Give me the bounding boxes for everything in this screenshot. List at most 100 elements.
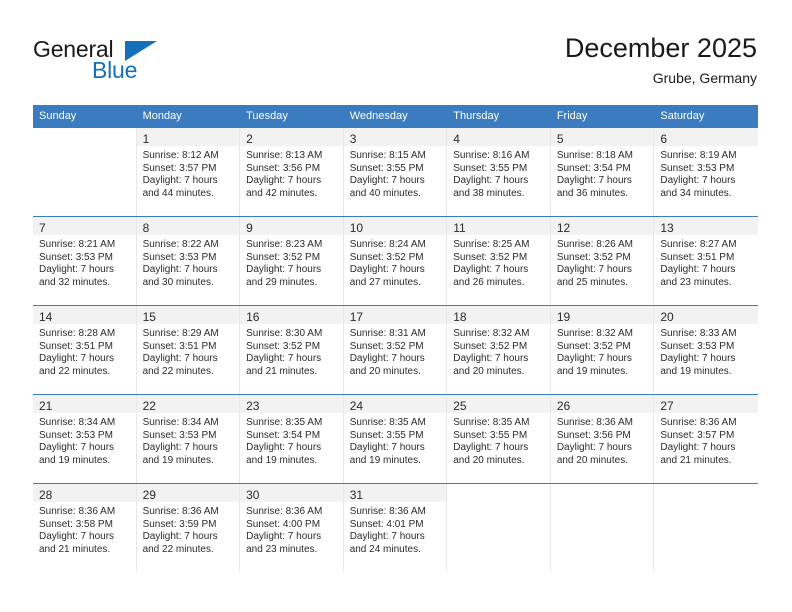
day-number: 24 [349, 399, 364, 413]
day-detail-line: Sunset: 3:52 PM [349, 340, 424, 352]
calendar-day-cell[interactable]: 28 Sunrise: 8:36 AM Sunset: 3:58 PM Dayligh… [33, 484, 137, 572]
day-details: Sunrise: 8:23 AM Sunset: 3:52 PM Daylight:… [240, 235, 343, 289]
calendar-day-cell[interactable]: 19 Sunrise: 8:32 AM Sunset: 3:52 PM Dayligh… [550, 306, 655, 394]
calendar-week-row: 21 Sunrise: 8:34 AM Sunset: 3:53 PM Dayligh… [33, 394, 758, 484]
day-number-band: 14 [33, 306, 136, 324]
day-number-band: 16 [240, 306, 343, 324]
day-number-band: 22 [136, 395, 240, 413]
day-detail-line: Sunset: 3:56 PM [246, 162, 321, 174]
day-detail-line: Sunset: 3:52 PM [453, 340, 528, 352]
calendar-day-cell[interactable]: 11 Sunrise: 8:25 AM Sunset: 3:52 PM Dayligh… [447, 217, 551, 305]
day-details: Sunrise: 8:35 AM Sunset: 3:54 PM Daylight:… [240, 413, 343, 467]
day-detail-line: Sunrise: 8:30 AM [246, 328, 323, 339]
calendar-empty-cell [447, 484, 551, 572]
day-number: 28 [39, 488, 53, 502]
calendar-day-cell[interactable]: 22 Sunrise: 8:34 AM Sunset: 3:53 PM Dayligh… [136, 395, 241, 483]
day-detail-line: and 21 minutes. [246, 365, 318, 377]
day-detail-line: Daylight: 7 hours [453, 353, 529, 365]
weekday-header-row: Sunday Monday Tuesday Wednesday Thursday… [33, 105, 758, 128]
calendar-day-cell[interactable]: 4 Sunrise: 8:16 AM Sunset: 3:55 PM Daylight… [447, 128, 551, 216]
day-number: 5 [556, 132, 564, 146]
calendar-day-cell[interactable]: 9 Sunrise: 8:23 AM Sunset: 3:52 PM Daylight… [240, 217, 344, 305]
day-detail-line: Sunrise: 8:23 AM [246, 239, 323, 250]
day-detail-line: Daylight: 7 hours [453, 264, 529, 276]
day-detail-line: Sunrise: 8:35 AM [349, 417, 426, 428]
calendar-day-cell[interactable]: 12 Sunrise: 8:26 AM Sunset: 3:52 PM Dayligh… [550, 217, 655, 305]
day-detail-line: and 21 minutes. [660, 454, 732, 466]
day-detail-line: Sunset: 3:58 PM [39, 518, 113, 530]
day-detail-line: Sunrise: 8:36 AM [142, 506, 219, 517]
day-detail-line: Daylight: 7 hours [660, 264, 736, 276]
day-number-band: 4 [447, 128, 550, 146]
day-detail-line: and 38 minutes. [453, 187, 525, 199]
calendar-day-cell[interactable]: 2 Sunrise: 8:13 AM Sunset: 3:56 PM Daylight… [240, 128, 344, 216]
calendar-day-cell[interactable]: 26 Sunrise: 8:36 AM Sunset: 3:56 PM Dayligh… [550, 395, 655, 483]
calendar-day-cell[interactable]: 25 Sunrise: 8:35 AM Sunset: 3:55 PM Dayligh… [447, 395, 551, 483]
day-details: Sunrise: 8:36 AM Sunset: 3:56 PM Daylight:… [551, 413, 654, 467]
day-detail-line: Sunrise: 8:15 AM [349, 150, 426, 161]
day-detail-line: Sunset: 3:52 PM [246, 251, 321, 263]
day-detail-line: and 19 minutes. [142, 454, 214, 466]
calendar-day-cell[interactable]: 8 Sunrise: 8:22 AM Sunset: 3:53 PM Daylight… [136, 217, 241, 305]
day-number-band: 3 [343, 128, 447, 146]
day-detail-line: Sunrise: 8:32 AM [556, 328, 633, 339]
calendar-day-cell[interactable]: 15 Sunrise: 8:29 AM Sunset: 3:51 PM Dayligh… [136, 306, 241, 394]
day-number-band: 5 [550, 128, 654, 146]
calendar-day-cell[interactable]: 31 Sunrise: 8:36 AM Sunset: 4:01 PM Dayligh… [343, 484, 448, 572]
day-detail-line: Sunrise: 8:13 AM [246, 150, 323, 161]
day-detail-line: Daylight: 7 hours [142, 353, 218, 365]
day-detail-line: Daylight: 7 hours [142, 442, 218, 454]
calendar-day-cell[interactable]: 6 Sunrise: 8:19 AM Sunset: 3:53 PM Daylight… [654, 128, 758, 216]
calendar-day-cell[interactable]: 10 Sunrise: 8:24 AM Sunset: 3:52 PM Dayligh… [343, 217, 448, 305]
calendar-day-cell[interactable]: 24 Sunrise: 8:35 AM Sunset: 3:55 PM Dayligh… [343, 395, 448, 483]
day-details: Sunrise: 8:12 AM Sunset: 3:57 PM Daylight:… [137, 146, 240, 200]
day-details: Sunrise: 8:21 AM Sunset: 3:53 PM Daylight:… [33, 235, 136, 289]
day-detail-line: Sunset: 3:51 PM [39, 340, 113, 352]
calendar-day-cell[interactable]: 27 Sunrise: 8:36 AM Sunset: 3:57 PM Dayligh… [654, 395, 758, 483]
day-detail-line: Daylight: 7 hours [349, 353, 425, 365]
day-number: 9 [246, 221, 253, 235]
day-number-band: 23 [240, 395, 343, 413]
day-detail-line: Daylight: 7 hours [246, 353, 322, 365]
calendar-day-cell[interactable]: 5 Sunrise: 8:18 AM Sunset: 3:54 PM Daylight… [550, 128, 655, 216]
calendar-day-cell[interactable]: 1 Sunrise: 8:12 AM Sunset: 3:57 PM Daylight… [136, 128, 241, 216]
day-detail-line: Daylight: 7 hours [246, 442, 322, 454]
brand-logo[interactable]: General Blue [33, 36, 253, 86]
day-details: Sunrise: 8:29 AM Sunset: 3:51 PM Daylight:… [137, 324, 240, 378]
day-number-band: 8 [136, 217, 240, 235]
day-detail-line: and 27 minutes. [349, 276, 421, 288]
page-title: December 2025 [564, 33, 757, 63]
calendar-day-cell[interactable]: 23 Sunrise: 8:35 AM Sunset: 3:54 PM Dayligh… [240, 395, 344, 483]
day-number: 17 [349, 310, 364, 324]
day-detail-line: Sunset: 3:57 PM [142, 162, 217, 174]
day-detail-line: and 20 minutes. [453, 454, 525, 466]
calendar-day-cell[interactable]: 7 Sunrise: 8:21 AM Sunset: 3:53 PM Daylight… [33, 217, 137, 305]
day-detail-line: Sunrise: 8:32 AM [453, 328, 530, 339]
day-number: 18 [453, 310, 467, 324]
calendar-day-cell[interactable]: 16 Sunrise: 8:30 AM Sunset: 3:52 PM Dayligh… [240, 306, 344, 394]
calendar-empty-cell [550, 484, 655, 572]
day-details: Sunrise: 8:34 AM Sunset: 3:53 PM Daylight:… [137, 413, 240, 467]
day-number: 19 [556, 310, 571, 324]
weekday-header-tuesday: Tuesday [240, 105, 344, 128]
day-number: 11 [453, 221, 466, 235]
day-details: Sunrise: 8:35 AM Sunset: 3:55 PM Daylight:… [344, 413, 447, 467]
calendar-day-cell[interactable]: 29 Sunrise: 8:36 AM Sunset: 3:59 PM Dayligh… [136, 484, 241, 572]
calendar-day-cell[interactable]: 21 Sunrise: 8:34 AM Sunset: 3:53 PM Dayligh… [33, 395, 137, 483]
day-number: 22 [142, 399, 156, 413]
day-detail-line: and 40 minutes. [349, 187, 421, 199]
calendar-day-cell[interactable]: 14 Sunrise: 8:28 AM Sunset: 3:51 PM Dayligh… [33, 306, 137, 394]
calendar-day-cell[interactable]: 3 Sunrise: 8:15 AM Sunset: 3:55 PM Daylight… [343, 128, 448, 216]
calendar-day-cell[interactable]: 18 Sunrise: 8:32 AM Sunset: 3:52 PM Dayligh… [447, 306, 551, 394]
day-detail-line: Daylight: 7 hours [349, 442, 425, 454]
day-detail-line: and 19 minutes. [39, 454, 111, 466]
day-number-band: 13 [654, 217, 758, 235]
day-detail-line: Sunset: 3:51 PM [142, 340, 217, 352]
calendar-day-cell[interactable]: 13 Sunrise: 8:27 AM Sunset: 3:51 PM Dayligh… [654, 217, 758, 305]
calendar-day-cell[interactable]: 30 Sunrise: 8:36 AM Sunset: 4:00 PM Dayligh… [240, 484, 344, 572]
day-detail-line: Sunrise: 8:36 AM [556, 417, 633, 428]
day-number: 7 [39, 221, 46, 235]
day-number-band: 15 [136, 306, 240, 324]
calendar-day-cell[interactable]: 20 Sunrise: 8:33 AM Sunset: 3:53 PM Dayligh… [654, 306, 758, 394]
calendar-day-cell[interactable]: 17 Sunrise: 8:31 AM Sunset: 3:52 PM Dayligh… [343, 306, 448, 394]
